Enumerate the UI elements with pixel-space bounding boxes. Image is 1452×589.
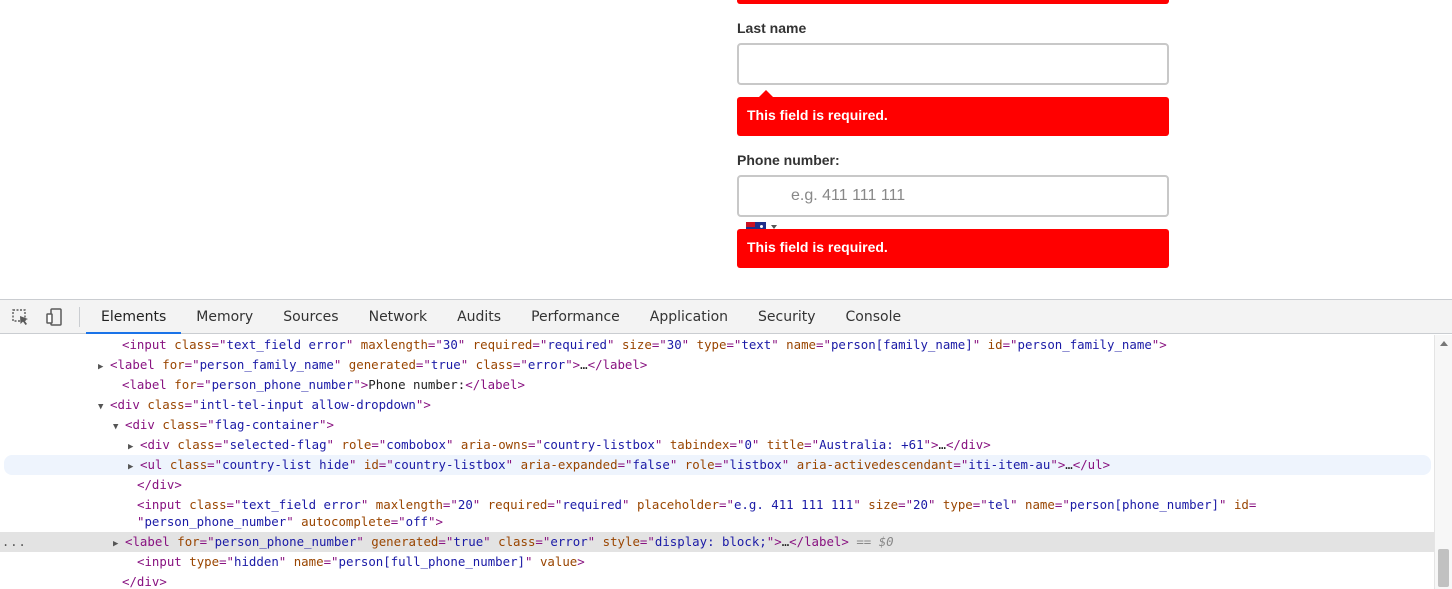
error-pointer xyxy=(759,90,773,97)
scrollbar-thumb[interactable] xyxy=(1438,549,1449,587)
last-name-label: Last name xyxy=(737,20,807,36)
previous-field-error-banner xyxy=(737,0,1169,4)
last-name-error-text: This field is required. xyxy=(747,107,888,123)
tab-application[interactable]: Application xyxy=(635,300,743,334)
dom-node[interactable]: <label for="person_phone_number">Phone n… xyxy=(0,375,1434,395)
dom-node[interactable]: ▼ <div class="flag-container"> xyxy=(0,415,1434,435)
dom-node-selected[interactable]: ... ▶ <label for="person_phone_number" gen… xyxy=(0,532,1434,552)
toolbar-divider xyxy=(79,307,80,327)
last-name-field-wrapper xyxy=(737,43,1169,85)
expand-arrow-icon[interactable]: ▶ xyxy=(128,457,140,477)
tab-performance[interactable]: Performance xyxy=(516,300,635,334)
tab-audits[interactable]: Audits xyxy=(442,300,516,334)
last-name-input[interactable] xyxy=(739,45,1167,83)
devtools-tabs: Elements Memory Sources Network Audits P… xyxy=(86,300,916,334)
phone-number-input[interactable] xyxy=(739,177,1167,215)
selected-node-marker: == $0 xyxy=(856,534,894,549)
inspect-element-icon[interactable] xyxy=(11,308,31,326)
expand-arrow-icon[interactable]: ▶ xyxy=(113,534,125,554)
dom-node[interactable]: <input class="text_field error" maxlengt… xyxy=(0,335,1434,355)
device-toolbar-icon[interactable] xyxy=(45,308,65,326)
dom-node[interactable]: </div> xyxy=(0,572,1434,589)
tab-network[interactable]: Network xyxy=(354,300,442,334)
last-name-error: This field is required. xyxy=(737,90,1169,136)
page-viewport: Last name This field is required. Phone … xyxy=(0,0,1452,299)
scroll-up-arrow-icon[interactable] xyxy=(1440,341,1448,346)
tab-memory[interactable]: Memory xyxy=(181,300,268,334)
devtools-toolbar: Elements Memory Sources Network Audits P… xyxy=(0,300,1452,334)
collapse-arrow-icon[interactable]: ▼ xyxy=(113,417,125,437)
dom-node[interactable]: </div> xyxy=(0,475,1434,495)
dom-tree-scrollbar[interactable] xyxy=(1434,335,1452,589)
devtools-panel: Elements Memory Sources Network Audits P… xyxy=(0,299,1452,589)
expand-arrow-icon[interactable]: ▶ xyxy=(128,437,140,457)
dom-node[interactable]: ▶ <label for="person_family_name" generat… xyxy=(0,355,1434,375)
dom-tree[interactable]: <input class="text_field error" maxlengt… xyxy=(0,335,1434,589)
phone-number-label: Phone number: xyxy=(737,152,840,168)
dom-node[interactable]: <input type="hidden" name="person[full_p… xyxy=(0,552,1434,572)
phone-number-error: This field is required. xyxy=(737,229,1169,268)
tab-elements[interactable]: Elements xyxy=(86,300,182,334)
dom-node[interactable]: ▼ <div class="intl-tel-input allow-dropdo… xyxy=(0,395,1434,415)
phone-number-field-wrapper xyxy=(737,175,1169,217)
dom-node[interactable]: ▶ <ul class="country-list hide" id="count… xyxy=(4,455,1431,475)
phone-number-error-text: This field is required. xyxy=(747,239,888,255)
collapse-arrow-icon[interactable]: ▼ xyxy=(98,397,110,417)
dom-node[interactable]: "person_phone_number" autocomplete="off"… xyxy=(0,512,1434,532)
node-actions-ellipsis[interactable]: ... xyxy=(2,532,27,552)
tab-security[interactable]: Security xyxy=(743,300,831,334)
expand-arrow-icon[interactable]: ▶ xyxy=(98,357,110,377)
tab-sources[interactable]: Sources xyxy=(268,300,353,334)
dom-node[interactable]: ▶ <div class="selected-flag" role="combob… xyxy=(0,435,1434,455)
tab-console[interactable]: Console xyxy=(831,300,917,334)
